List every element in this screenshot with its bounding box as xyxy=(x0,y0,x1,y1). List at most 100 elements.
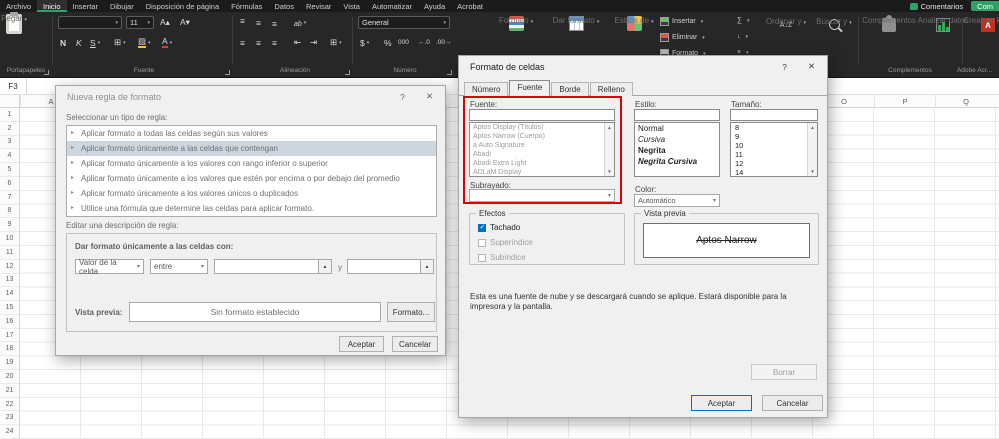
orientation-button[interactable] xyxy=(294,16,306,29)
size-option[interactable]: 9 xyxy=(731,132,807,141)
cancel-button[interactable]: Cancelar xyxy=(762,395,823,411)
help-button[interactable]: ? xyxy=(389,86,416,107)
addins-button[interactable]: Complementos xyxy=(864,16,914,32)
font-name-combo[interactable] xyxy=(58,16,122,29)
row-header[interactable]: 5 xyxy=(0,163,19,177)
increase-decimal-button[interactable]: ←.0 xyxy=(418,36,430,49)
conditional-format-button[interactable]: Formato xyxy=(490,16,542,31)
name-box[interactable]: F3 xyxy=(0,79,27,94)
operator-dropdown[interactable]: entre xyxy=(150,259,208,274)
insert-cells-button[interactable]: Insertar xyxy=(660,17,703,26)
percent-button[interactable]: % xyxy=(384,36,392,49)
checkbox-icon[interactable] xyxy=(478,254,486,262)
font-option[interactable]: ADLaM Display xyxy=(470,168,604,177)
number-dialog-launcher-icon[interactable] xyxy=(447,70,452,75)
menu-tab[interactable]: Automatizar xyxy=(366,0,418,12)
row-header[interactable]: 18 xyxy=(0,342,19,356)
find-select-button[interactable]: Buscar y xyxy=(812,17,856,32)
style-list[interactable]: NormalCursivaNegritaNegrita Cursiva xyxy=(634,122,720,177)
size-option[interactable]: 8 xyxy=(731,123,807,132)
effect-checkbox-row[interactable]: Subíndice xyxy=(478,253,533,262)
font-option[interactable]: Abadi Extra Light xyxy=(470,159,604,168)
menu-tab[interactable]: Acrobat xyxy=(451,0,489,12)
value1-input[interactable] xyxy=(214,259,332,274)
decrease-indent-button[interactable] xyxy=(294,36,301,49)
scroll-up-icon[interactable] xyxy=(605,123,614,132)
dialog-tab[interactable]: Borde xyxy=(551,82,588,96)
font-dialog-launcher-icon[interactable] xyxy=(225,70,230,75)
menu-tab[interactable]: Disposición de página xyxy=(140,0,225,12)
row-header[interactable]: 4 xyxy=(0,149,19,163)
borders-button[interactable] xyxy=(114,36,126,49)
style-edit[interactable] xyxy=(634,109,720,121)
share-button[interactable]: Com xyxy=(971,1,999,11)
clear-format-button[interactable]: Borrar xyxy=(751,364,817,380)
value1-text[interactable] xyxy=(215,260,318,273)
effect-checkbox-row[interactable]: Superíndice xyxy=(478,238,533,247)
bold-button[interactable]: N xyxy=(60,36,66,49)
menu-tab[interactable]: Inicio xyxy=(37,0,67,12)
size-option[interactable]: 12 xyxy=(731,159,807,168)
size-option[interactable]: 14 xyxy=(731,168,807,177)
underline-button[interactable]: S xyxy=(90,36,100,49)
row-header[interactable]: 24 xyxy=(0,425,19,439)
align-middle-button[interactable] xyxy=(256,16,261,29)
menu-tab[interactable]: Fórmulas xyxy=(225,0,268,12)
row-header[interactable]: 20 xyxy=(0,370,19,384)
row-header[interactable]: 7 xyxy=(0,191,19,205)
row-header[interactable]: 12 xyxy=(0,260,19,274)
alignment-dialog-launcher-icon[interactable] xyxy=(345,70,350,75)
size-edit[interactable] xyxy=(730,109,818,121)
value2-input[interactable] xyxy=(347,259,434,274)
color-dropdown[interactable]: Automático xyxy=(634,194,720,207)
sort-filter-button[interactable]: Ordenar y xyxy=(762,17,810,33)
menu-tab[interactable]: Datos xyxy=(268,0,300,12)
menu-tab[interactable]: Dibujar xyxy=(104,0,140,12)
dialog-tab[interactable]: Fuente xyxy=(509,80,550,96)
row-header[interactable]: 10 xyxy=(0,232,19,246)
scroll-down-icon[interactable] xyxy=(808,167,817,176)
currency-button[interactable]: $ xyxy=(360,36,369,49)
close-button[interactable]: ✕ xyxy=(416,86,443,107)
collapse-dialog-icon[interactable] xyxy=(420,260,433,273)
rule-type-option[interactable]: Aplicar formato únicamente a los valores… xyxy=(67,171,436,186)
value2-text[interactable] xyxy=(348,260,420,273)
scroll-down-icon[interactable] xyxy=(605,167,614,176)
row-header[interactable]: 2 xyxy=(0,122,19,136)
row-header[interactable]: 17 xyxy=(0,329,19,343)
size-option[interactable]: 11 xyxy=(731,150,807,159)
style-option[interactable]: Normal xyxy=(635,123,719,134)
size-list[interactable]: 8910111214 xyxy=(730,122,818,177)
shrink-font-button[interactable]: A▾ xyxy=(180,16,190,29)
checkbox-icon[interactable] xyxy=(478,224,486,232)
select-all-corner[interactable] xyxy=(0,95,20,108)
paste-button[interactable]: Pegar xyxy=(6,14,22,34)
style-option[interactable]: Negrita xyxy=(635,145,719,156)
align-top-button[interactable] xyxy=(240,16,245,29)
format-as-table-button[interactable]: Dar formato xyxy=(548,16,604,31)
row-header[interactable]: 22 xyxy=(0,398,19,412)
align-left-button[interactable] xyxy=(240,36,245,49)
row-header[interactable]: 23 xyxy=(0,411,19,425)
style-option[interactable]: Cursiva xyxy=(635,134,719,145)
row-header[interactable]: 19 xyxy=(0,356,19,370)
font-name-edit[interactable] xyxy=(469,109,615,121)
column-header[interactable]: Q xyxy=(935,95,996,108)
row-header[interactable]: 8 xyxy=(0,205,19,219)
font-option[interactable]: a Auto Signature xyxy=(470,141,604,150)
row-header[interactable]: 1 xyxy=(0,108,19,122)
font-list[interactable]: Aptos Display (Títulos)Aptos Narrow (Cue… xyxy=(469,122,615,177)
style-option[interactable]: Negrita Cursiva xyxy=(635,156,719,167)
comments-button[interactable]: Comentarios xyxy=(902,2,972,11)
size-list-scrollbar[interactable] xyxy=(807,123,817,176)
italic-button[interactable]: K xyxy=(76,36,82,49)
merge-center-button[interactable] xyxy=(330,36,342,49)
align-right-button[interactable] xyxy=(272,36,277,49)
rule-type-option[interactable]: Aplicar formato únicamente a los valores… xyxy=(67,156,436,171)
scroll-up-icon[interactable] xyxy=(808,123,817,132)
grow-font-button[interactable]: A▴ xyxy=(160,16,170,29)
row-header[interactable]: 15 xyxy=(0,301,19,315)
row-header[interactable]: 6 xyxy=(0,177,19,191)
fill-button[interactable] xyxy=(737,33,748,40)
fill-color-button[interactable] xyxy=(138,36,151,49)
